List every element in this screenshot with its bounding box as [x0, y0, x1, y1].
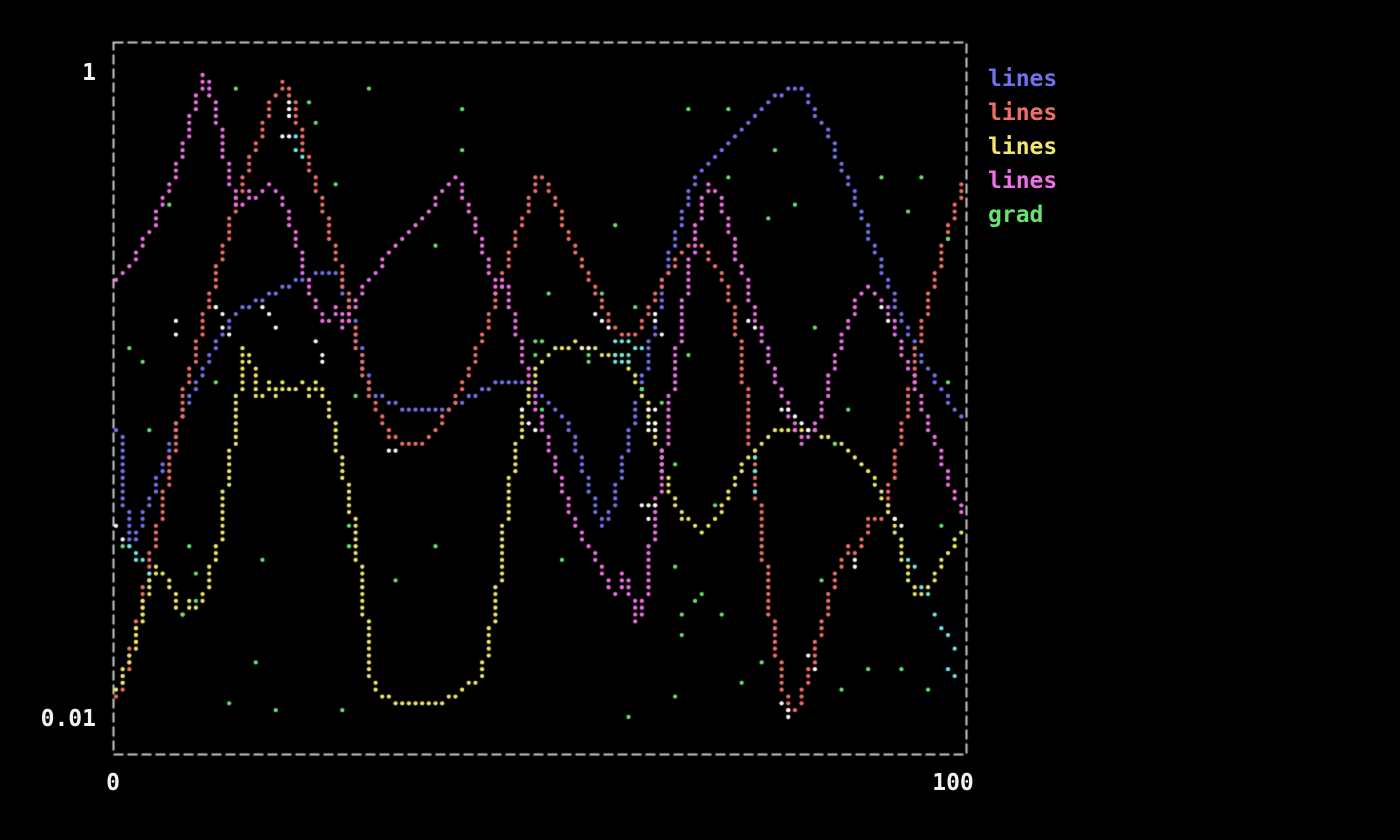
- legend: lineslineslineslinesgrad: [988, 62, 1057, 232]
- legend-item-1-lines: lines: [988, 96, 1057, 130]
- plot-canvas: [0, 0, 1400, 840]
- legend-item-0-lines: lines: [988, 62, 1057, 96]
- y-axis-tick-bottom: 0.01: [0, 706, 96, 732]
- x-axis-tick-left: 0: [83, 770, 143, 796]
- y-axis-tick-top: 1: [0, 60, 96, 86]
- legend-item-3-lines: lines: [988, 164, 1057, 198]
- terminal-plot-window: 1 0.01 0 100 lineslineslineslinesgrad: [0, 0, 1400, 840]
- legend-item-2-lines: lines: [988, 130, 1057, 164]
- legend-item-4-grad: grad: [988, 198, 1057, 232]
- x-axis-tick-right: 100: [923, 770, 983, 796]
